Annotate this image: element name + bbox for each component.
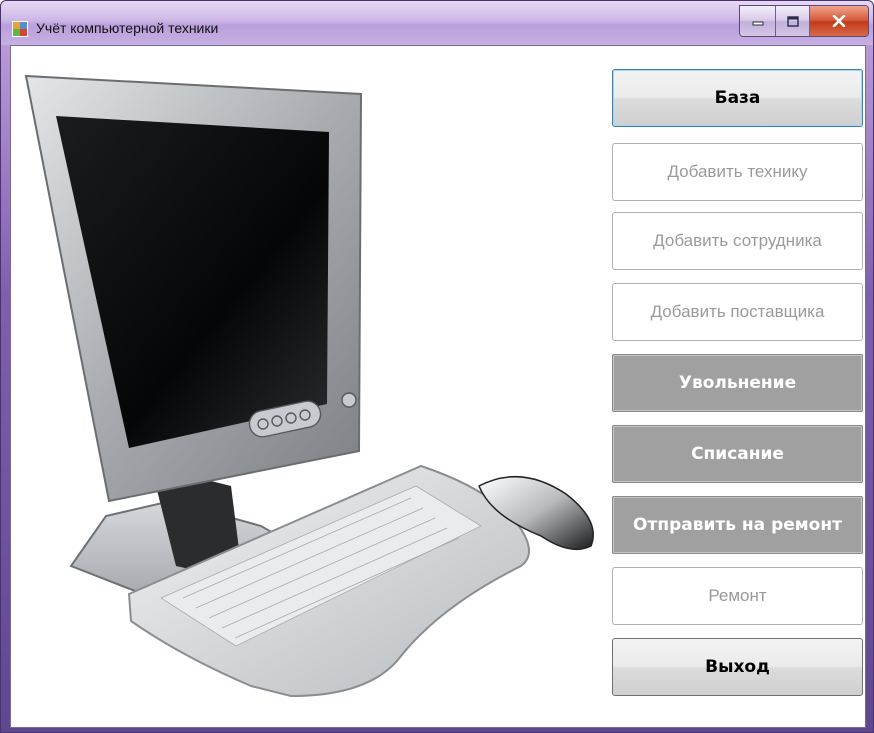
dismissal-button[interactable]: Увольнение: [612, 354, 863, 412]
exit-button[interactable]: Выход: [612, 638, 863, 696]
app-window-icon: [12, 21, 28, 37]
caption-buttons: [739, 5, 869, 37]
minimize-icon: [752, 21, 763, 26]
minimize-button[interactable]: [740, 6, 776, 36]
computer-illustration: [24, 74, 594, 698]
add-supplier-button[interactable]: Добавить поставщика: [612, 283, 863, 341]
close-button[interactable]: [810, 6, 868, 36]
window-title: Учёт компьютерной техники: [36, 20, 219, 36]
add-equipment-button[interactable]: Добавить технику: [612, 143, 863, 201]
repair-button[interactable]: Ремонт: [612, 567, 863, 625]
add-employee-button[interactable]: Добавить сотрудника: [612, 212, 863, 270]
form-client-area: База Добавить технику Добавить сотрудник…: [10, 45, 866, 728]
send-to-repair-button[interactable]: Отправить на ремонт: [612, 496, 863, 554]
title-bar[interactable]: Учёт компьютерной техники: [1, 1, 873, 45]
main-window: Учёт компьютерной техники База Добавить …: [0, 0, 874, 733]
maximize-icon: [786, 15, 799, 27]
maximize-button[interactable]: [776, 6, 810, 36]
write-off-button[interactable]: Списание: [612, 425, 863, 483]
close-icon: [832, 15, 846, 27]
base-button[interactable]: База: [612, 69, 863, 127]
